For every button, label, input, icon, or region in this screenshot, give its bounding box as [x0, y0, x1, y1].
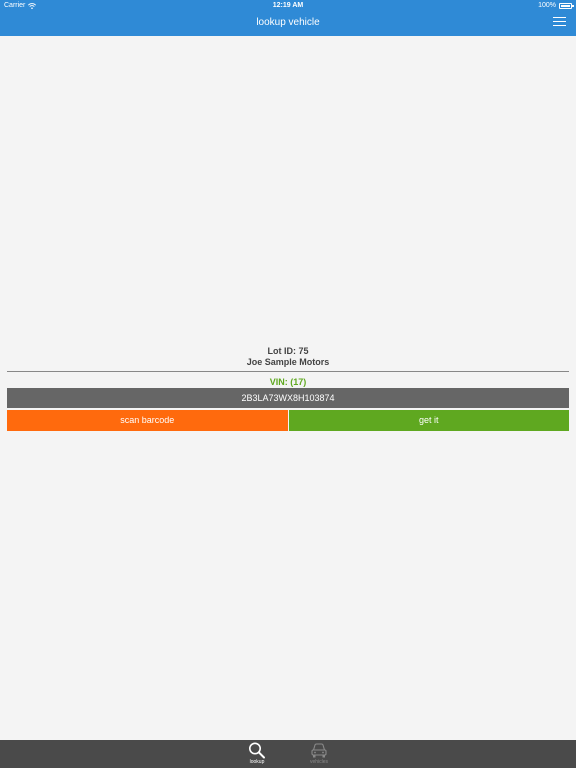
car-icon — [311, 743, 327, 758]
status-time: 12:19 AM — [272, 2, 304, 9]
action-buttons: scan barcode get it — [7, 410, 569, 431]
tab-label: vehicles — [309, 759, 329, 765]
search-icon — [249, 742, 265, 759]
lot-info: Lot ID: 75 Joe Sample Motors — [0, 346, 576, 368]
scan-barcode-button[interactable]: scan barcode — [7, 410, 288, 431]
status-bar: Carrier 12:19 AM 100% — [0, 0, 576, 12]
menu-icon-line — [553, 25, 566, 26]
main-content: Lot ID: 75 Joe Sample Motors VIN: (17) s… — [0, 36, 576, 740]
battery-icon — [559, 3, 574, 9]
status-right: 100% — [538, 0, 574, 12]
page-title: lookup vehicle — [256, 17, 320, 28]
get-it-button[interactable]: get it — [288, 410, 569, 431]
tab-lookup[interactable]: lookup — [237, 740, 277, 768]
menu-button[interactable] — [553, 17, 566, 29]
dealer-name: Joe Sample Motors — [246, 357, 330, 367]
menu-icon-line — [553, 21, 566, 22]
app-screen: Carrier 12:19 AM 100% lookup vehicle Lot… — [0, 0, 576, 768]
vin-input[interactable] — [7, 388, 569, 408]
lot-id: Lot ID: 75 — [267, 346, 309, 356]
tab-vehicles[interactable]: vehicles — [299, 740, 339, 768]
vin-label: VIN: (17) — [269, 377, 307, 387]
menu-icon-line — [553, 17, 566, 18]
tab-bar: lookup vehicles — [0, 740, 576, 768]
battery-percent: 100% — [538, 2, 556, 9]
tab-label: lookup — [249, 759, 265, 765]
divider — [7, 371, 569, 372]
navigation-bar: Carrier 12:19 AM 100% lookup vehicle — [0, 0, 576, 36]
